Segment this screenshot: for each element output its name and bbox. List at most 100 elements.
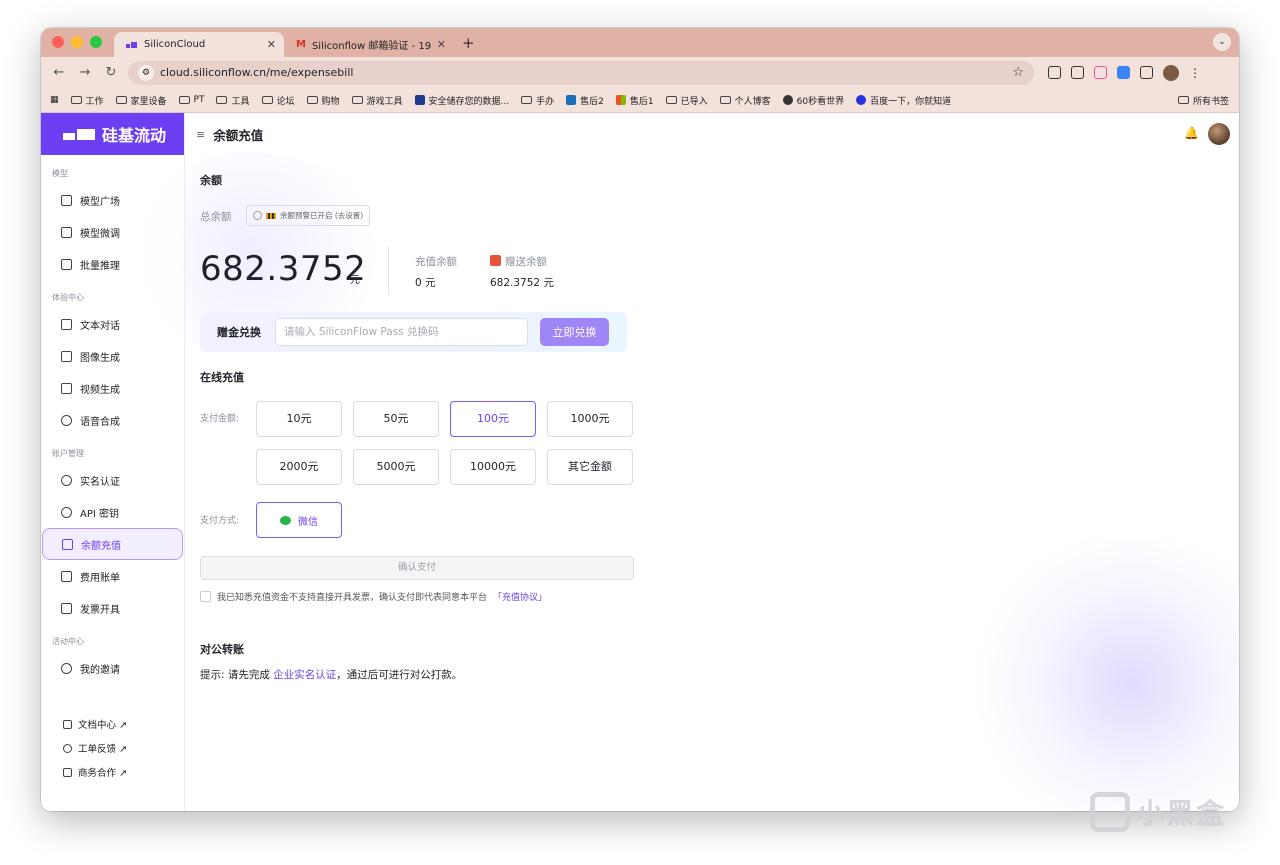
enterprise-verify-link[interactable]: 企业实名认证 <box>273 669 336 681</box>
sidebar-item-batch[interactable]: 批量推理 <box>41 248 184 280</box>
redeem-button[interactable]: 立即兑换 <box>540 318 609 346</box>
bookmark-label: 游戏工具 <box>366 96 403 107</box>
extension-icon[interactable] <box>1071 66 1084 79</box>
confirm-payment-button[interactable]: 确认支付 <box>200 556 634 580</box>
cube-icon <box>61 194 72 206</box>
bookmark-link[interactable]: 安全储存您的数据... <box>414 94 509 107</box>
tab-search-chevron-icon[interactable]: ⌄ <box>1213 33 1231 51</box>
bookmark-link[interactable]: 60秒看世界 <box>782 94 844 107</box>
bookmark-folder[interactable]: 论坛 <box>261 94 295 107</box>
docs-link[interactable]: 文档中心 ↗ <box>41 712 184 736</box>
page: 硅基流动 模型 模型广场 模型微调 批量推理 体验中心 文本对话 图像生成 视频… <box>41 113 1239 811</box>
sidebar-item-video[interactable]: 视频生成 <box>41 372 184 404</box>
bookmark-star-icon[interactable]: ☆ <box>1012 65 1024 80</box>
back-arrow-icon[interactable]: ← <box>46 65 72 80</box>
user-avatar[interactable] <box>1208 123 1230 145</box>
sidebar-item-recharge[interactable]: 余额充值 <box>42 528 183 560</box>
sidebar-item-api-keys[interactable]: API 密钥 <box>41 496 184 528</box>
puzzle-extensions-icon[interactable] <box>1140 66 1153 79</box>
bookmark-folder[interactable]: 家里设备 <box>115 94 167 107</box>
sidebar-item-label: 我的邀请 <box>80 664 120 676</box>
address-bar[interactable]: ⚙ cloud.siliconflow.cn/me/expensebill ☆ <box>128 60 1034 85</box>
browser-window: SiliconCloud ✕ M Siliconflow 邮箱验证 - 1945… <box>41 28 1239 811</box>
sliders-icon <box>61 226 72 238</box>
site-info-icon[interactable]: ⚙ <box>138 64 154 81</box>
sidebar-item-invoice[interactable]: 发票开具 <box>41 592 184 624</box>
reload-icon[interactable]: ↻ <box>98 65 124 80</box>
amount-option-2000[interactable]: 2000元 <box>256 449 342 485</box>
close-tab-icon[interactable]: ✕ <box>267 38 276 51</box>
amount-option-5000[interactable]: 5000元 <box>353 449 439 485</box>
new-tab-button[interactable]: + <box>462 34 475 52</box>
apps-grid-icon[interactable]: ▦ <box>50 95 59 105</box>
handshake-icon <box>63 767 72 777</box>
sidebar-item-label: 实名认证 <box>80 476 120 488</box>
bookmark-link[interactable]: 售后1 <box>615 94 654 107</box>
key-icon <box>61 506 72 518</box>
sidebar-item-label: 文本对话 <box>80 320 120 332</box>
maximize-window-button[interactable] <box>90 36 102 48</box>
more-menu-icon[interactable]: ⋮ <box>1189 66 1201 80</box>
bookmark-folder[interactable]: 已导入 <box>665 94 708 107</box>
bookmark-folder[interactable]: PT <box>178 95 204 105</box>
agreement-checkbox[interactable] <box>200 591 211 602</box>
sidebar-item-image[interactable]: 图像生成 <box>41 340 184 372</box>
sidebar-item-billing[interactable]: 费用账单 <box>41 560 184 592</box>
extension-icon[interactable] <box>1094 66 1107 79</box>
bookmark-folder[interactable]: 手办 <box>521 94 554 107</box>
footer-link-label: 工单反馈 ↗ <box>78 744 127 755</box>
bookmark-label: 家里设备 <box>130 96 167 107</box>
amount-option-50[interactable]: 50元 <box>353 401 439 437</box>
ticket-link[interactable]: 工单反馈 ↗ <box>41 736 184 760</box>
extensions-area: ⋮ <box>1048 64 1201 81</box>
minimize-window-button[interactable] <box>71 36 83 48</box>
sidebar-item-chat[interactable]: 文本对话 <box>41 308 184 340</box>
watermark: 小黑盒 <box>1090 792 1226 832</box>
tab-email-verify[interactable]: M Siliconflow 邮箱验证 - 19452… ✕ <box>284 32 454 57</box>
bookmark-folder[interactable]: 游戏工具 <box>351 94 403 107</box>
bookmark-folder[interactable]: 购物 <box>306 94 340 107</box>
sidebar-item-invite[interactable]: 我的邀请 <box>41 652 184 684</box>
redeem-label: 赠金兑换 <box>217 326 261 339</box>
corporate-transfer-title: 对公转账 <box>200 643 244 656</box>
sidebar: 硅基流动 模型 模型广场 模型微调 批量推理 体验中心 文本对话 图像生成 视频… <box>41 113 185 811</box>
folder-icon <box>70 96 82 104</box>
business-link[interactable]: 商务合作 ↗ <box>41 760 184 784</box>
bookmark-folder[interactable]: 个人博客 <box>719 94 771 107</box>
close-window-button[interactable] <box>52 36 64 48</box>
bookmark-label: 售后2 <box>580 96 604 107</box>
bookmark-folder[interactable]: 工作 <box>70 94 104 107</box>
bookmark-link[interactable]: 售后2 <box>566 94 604 107</box>
balance-section-title: 余额 <box>200 174 222 187</box>
payment-wechat-option[interactable]: 微信 <box>256 502 342 538</box>
sidebar-item-realname[interactable]: 实名认证 <box>41 464 184 496</box>
gift-icon <box>490 255 501 266</box>
sidebar-item-finetune[interactable]: 模型微调 <box>41 216 184 248</box>
total-balance-value: 682.3752 <box>200 249 367 289</box>
recharge-agreement-link[interactable]: 「充值协议」 <box>493 590 547 603</box>
profile-avatar[interactable] <box>1163 64 1179 81</box>
tab-siliconcloud[interactable]: SiliconCloud ✕ <box>114 32 284 57</box>
bookmark-link[interactable]: 百度一下，你就知道 <box>856 94 951 107</box>
amount-option-1000[interactable]: 1000元 <box>547 401 633 437</box>
close-tab-icon[interactable]: ✕ <box>437 38 446 51</box>
amount-option-10[interactable]: 10元 <box>256 401 342 437</box>
url-text[interactable]: cloud.siliconflow.cn/me/expensebill <box>160 66 1012 79</box>
amount-option-other[interactable]: 其它金额 <box>547 449 633 485</box>
help-circle-icon <box>63 743 72 753</box>
bookmark-folder[interactable]: 工具 <box>216 94 250 107</box>
balance-alert-chip[interactable]: 余额预警已开启 (去设置) <box>246 205 371 226</box>
notification-bell-icon[interactable]: 🔔 <box>1184 126 1199 140</box>
extension-icon[interactable] <box>1117 66 1130 79</box>
sidebar-item-speech[interactable]: 语音合成 <box>41 404 184 436</box>
all-bookmarks[interactable]: 所有书签 <box>1177 94 1229 107</box>
redeem-code-input[interactable] <box>275 318 528 346</box>
extension-icon[interactable] <box>1048 66 1061 79</box>
amount-option-100[interactable]: 100元 <box>450 401 536 437</box>
brand-header[interactable]: 硅基流动 <box>41 113 184 155</box>
chat-bubble-icon <box>61 318 72 330</box>
forward-arrow-icon[interactable]: → <box>72 65 98 80</box>
sidebar-item-model-square[interactable]: 模型广场 <box>41 184 184 216</box>
site-favicon-icon <box>566 95 577 105</box>
amount-option-10000[interactable]: 10000元 <box>450 449 536 485</box>
